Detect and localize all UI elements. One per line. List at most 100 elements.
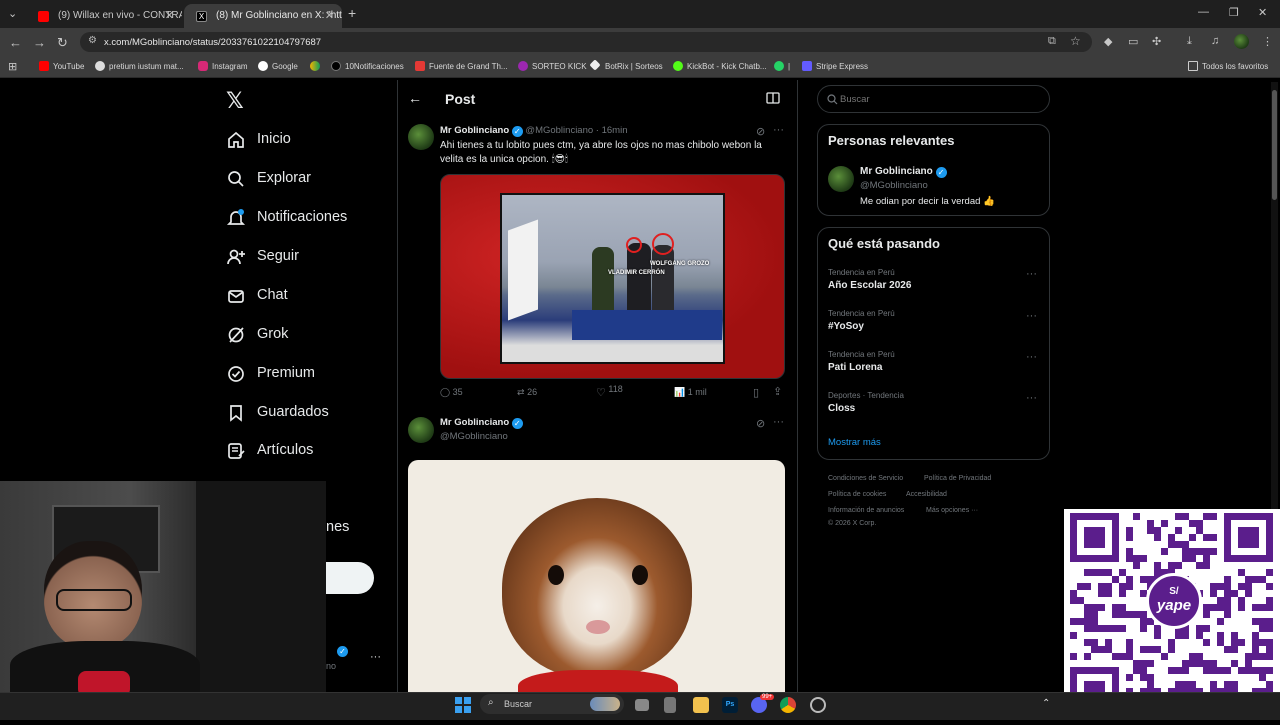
recording-app-icon[interactable] — [810, 697, 826, 713]
bookmark-youtube[interactable]: YouTube — [39, 61, 84, 71]
bookmark-sorteo-kick[interactable]: SORTEO KICK — [518, 61, 587, 71]
bookmark-stripe[interactable]: Stripe Express — [802, 61, 868, 71]
address-bar[interactable]: ⚙ x.com/MGoblinciano/status/203376102210… — [80, 32, 1092, 52]
task-view-icon[interactable] — [635, 699, 649, 711]
menu-icon[interactable]: ⋮ — [1262, 35, 1273, 48]
more-options-icon[interactable]: ··· — [773, 416, 784, 428]
post-time[interactable]: 16min — [602, 125, 628, 136]
trend-more-icon[interactable]: ··· — [1026, 392, 1037, 404]
forward-icon[interactable]: → — [33, 35, 46, 50]
trend-item[interactable]: Tendencia en Perú Pati Lorena — [828, 350, 1038, 373]
media-controls-icon[interactable]: ♫ — [1211, 35, 1219, 47]
footer-link[interactable]: Condiciones de Servicio — [828, 475, 903, 482]
qr-module — [1112, 625, 1119, 632]
person-name-row[interactable]: Mr Goblinciano ✓ — [860, 166, 947, 178]
share-icon[interactable]: ⇪ — [773, 385, 782, 398]
trend-item[interactable]: Deportes · Tendencia Closs — [828, 391, 1038, 414]
search-input[interactable] — [840, 92, 1040, 106]
account-more-icon[interactable]: ··· — [370, 651, 381, 663]
install-app-icon[interactable]: ⧉ — [1048, 35, 1056, 48]
bookmark-kickbot[interactable]: KickBot - Kick Chatb... — [673, 61, 767, 71]
more-options-icon[interactable]: ··· — [773, 124, 784, 136]
grok-action-icon[interactable]: ⊘ — [756, 417, 765, 430]
author-handle[interactable]: @MGoblinciano — [525, 125, 593, 136]
x-logo[interactable]: 𝕏 — [226, 88, 244, 114]
bookmark-10notificaciones[interactable]: 10Notificaciones — [331, 61, 404, 71]
back-icon[interactable]: ← — [9, 35, 22, 50]
views-icon: 📊 — [674, 387, 686, 397]
close-tab-icon[interactable]: ✕ — [165, 9, 174, 22]
close-tab-icon[interactable]: ✕ — [325, 9, 334, 22]
bookmark-instagram[interactable]: Instagram — [198, 61, 248, 71]
person-handle[interactable]: @MGoblinciano — [860, 180, 928, 191]
close-window-icon[interactable]: ✕ — [1258, 6, 1267, 19]
post-image-guinea-pig[interactable] — [408, 460, 785, 692]
site-info-icon[interactable]: ⚙ — [88, 35, 97, 46]
nav-more-label[interactable]: nes — [326, 519, 349, 535]
trend-item[interactable]: Tendencia en Perú #YoSoy — [828, 309, 1038, 332]
author-avatar[interactable] — [408, 124, 434, 150]
show-more-link[interactable]: Mostrar más — [828, 437, 881, 448]
extension-icon[interactable]: ▭ — [1128, 35, 1138, 48]
footer-link[interactable]: Política de Privacidad — [924, 475, 991, 482]
repost-button[interactable]: ⇄ 26 — [517, 387, 537, 398]
qr-module — [1070, 653, 1077, 660]
file-explorer-icon[interactable] — [693, 697, 709, 713]
bookmark-grand-theft[interactable]: Fuente de Grand Th... — [415, 61, 508, 71]
taskbar-search[interactable]: ⌕ Buscar — [480, 694, 624, 714]
tab-search-icon[interactable]: ⌄ — [8, 7, 17, 20]
footer-link[interactable]: Política de cookies — [828, 491, 886, 498]
photoshop-icon[interactable]: Ps — [722, 697, 738, 713]
trend-item[interactable]: Tendencia en Perú Año Escolar 2026 — [828, 268, 1038, 291]
all-bookmarks-folder[interactable]: Todos los favoritos — [1188, 61, 1268, 71]
bookmark-pretium[interactable]: pretium iustum mat... — [95, 61, 184, 71]
new-tab-button[interactable]: + — [348, 5, 356, 21]
bookmark-star-icon[interactable]: ☆ — [1070, 34, 1081, 48]
reload-icon[interactable]: ↻ — [57, 35, 68, 51]
bookmark-google[interactable]: Google — [258, 61, 298, 71]
footer-link[interactable]: Información de anuncios — [828, 507, 904, 514]
qr-module — [1224, 576, 1231, 583]
person-avatar[interactable] — [828, 166, 854, 192]
back-arrow-icon[interactable]: ← — [408, 90, 422, 106]
scrollbar-thumb[interactable] — [1272, 90, 1277, 200]
restore-window-icon[interactable]: ❐ — [1229, 6, 1239, 19]
apps-grid-icon[interactable]: ⊞ — [8, 60, 17, 73]
grok-action-icon[interactable]: ⊘ — [756, 125, 765, 138]
qr-module — [1196, 653, 1203, 660]
tab-x-post[interactable]: X (8) Mr Goblinciano en X: "https: ✕ — [184, 4, 342, 28]
tab-willax[interactable]: (9) Willax en vivo - CONTRACO ✕ — [26, 4, 182, 28]
reply-button[interactable]: ◯ 35 — [440, 387, 463, 398]
like-button[interactable]: ♡ 118 — [596, 384, 623, 399]
profile-avatar[interactable] — [1234, 34, 1249, 49]
chrome-icon[interactable] — [780, 697, 796, 713]
video-label: VLADIMIR CERRÓN — [608, 270, 665, 276]
reader-mode-icon[interactable] — [766, 92, 780, 104]
post-video[interactable]: VLADIMIR CERRÓN WOLFGANG GROZO — [440, 174, 785, 379]
author-handle[interactable]: @MGoblinciano — [440, 431, 508, 442]
trend-more-icon[interactable]: ··· — [1026, 310, 1037, 322]
download-icon[interactable]: ⤓ — [1187, 35, 1192, 48]
whatsapp-icon — [774, 61, 784, 71]
trend-more-icon[interactable]: ··· — [1026, 268, 1037, 280]
app-icon[interactable] — [664, 697, 676, 713]
bookmark-post-icon[interactable]: ▯ — [753, 386, 759, 399]
minimize-window-icon[interactable]: — — [1198, 6, 1209, 18]
extensions-puzzle-icon[interactable]: ✣ — [1152, 35, 1161, 48]
windows-start-icon[interactable] — [455, 697, 471, 713]
trend-more-icon[interactable]: ··· — [1026, 351, 1037, 363]
qr-module — [1210, 534, 1217, 541]
bookmark-botrix[interactable]: BotRix | Sorteos — [589, 59, 663, 71]
views-button[interactable]: 📊 1 mil — [674, 387, 707, 398]
tray-chevron-icon[interactable]: ⌃ — [1042, 698, 1050, 709]
bookmark-whatsapp[interactable]: | — [774, 61, 790, 71]
qr-module — [1231, 646, 1238, 653]
bookmark-label: SORTEO KICK — [532, 62, 587, 71]
author-name[interactable]: Mr Goblinciano — [440, 417, 509, 428]
footer-link[interactable]: Más opciones ··· — [926, 507, 978, 514]
author-name[interactable]: Mr Goblinciano — [440, 125, 509, 136]
extension-icon[interactable]: ◆ — [1104, 35, 1112, 48]
footer-link[interactable]: Accesibilidad — [906, 491, 947, 498]
search-box[interactable] — [817, 85, 1050, 113]
author-avatar[interactable] — [408, 417, 434, 443]
